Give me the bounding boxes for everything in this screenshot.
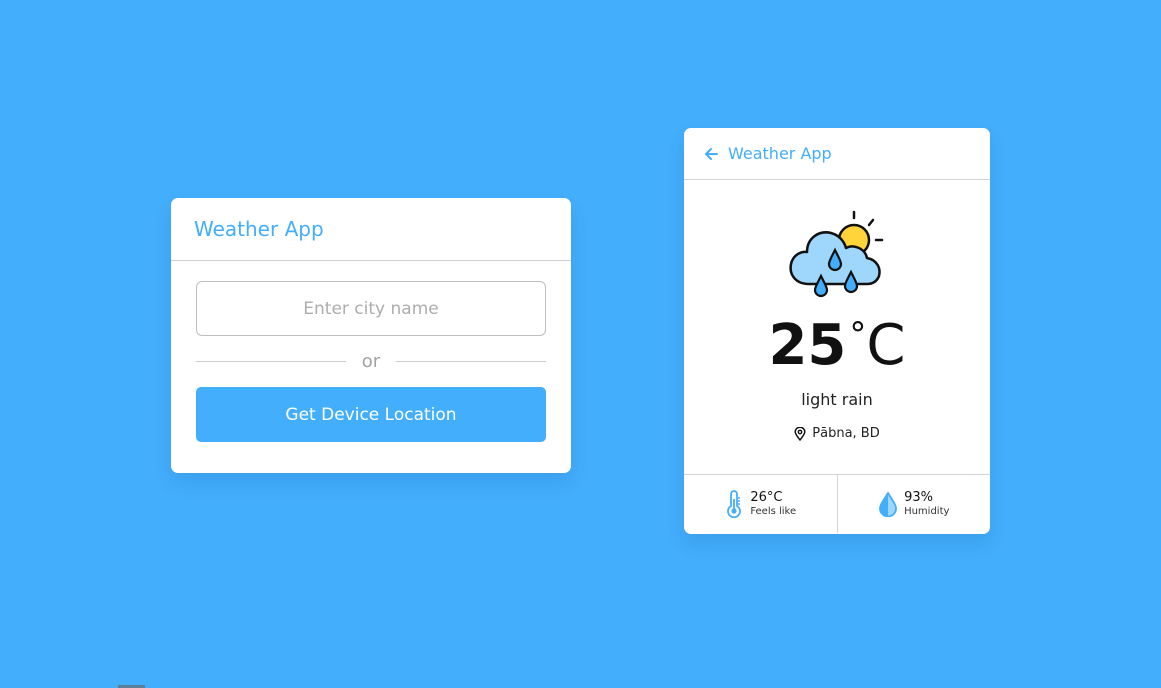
feels-like-value: 26°C	[750, 489, 783, 505]
feels-like-label: Feels like	[750, 505, 797, 517]
weather-main: 25 ° C light rain Pābna, BD	[684, 180, 990, 474]
weather-card: Weather App 25 ° C light rain Pābna, BD	[684, 128, 990, 534]
back-button[interactable]	[703, 146, 719, 162]
temperature-unit: C	[866, 313, 906, 378]
humidity-detail: 93% Humidity	[836, 475, 991, 533]
search-card: Weather App or Get Device Location	[171, 198, 571, 473]
thermometer-icon	[727, 490, 742, 518]
separator-line-left	[196, 361, 346, 362]
temperature-value: 25	[768, 313, 847, 378]
search-card-body: or Get Device Location	[171, 261, 571, 442]
arrow-left-icon	[705, 147, 718, 160]
weather-details: 26°C Feels like 93% Humidity	[684, 474, 990, 533]
location-text: Pābna, BD	[812, 426, 880, 441]
separator-line-right	[396, 361, 547, 362]
humidity-label: Humidity	[904, 505, 950, 517]
weather-description: light rain	[801, 390, 873, 409]
cloud-rain-sun-icon	[789, 210, 884, 298]
city-input[interactable]	[196, 281, 546, 336]
location: Pābna, BD	[794, 426, 880, 441]
feels-like-detail: 26°C Feels like	[684, 475, 837, 533]
separator-text: or	[361, 351, 381, 372]
map-pin-icon	[794, 426, 806, 441]
get-device-location-button[interactable]: Get Device Location	[196, 387, 546, 442]
degree-symbol: °	[849, 315, 867, 355]
weather-card-header: Weather App	[684, 128, 990, 180]
weather-app-title: Weather App	[728, 144, 832, 163]
humidity-value: 93%	[904, 489, 933, 505]
temperature: 25 ° C	[768, 318, 905, 374]
or-separator: or	[196, 336, 547, 387]
water-drop-icon	[879, 491, 897, 517]
app-title: Weather App	[194, 217, 324, 241]
search-card-header: Weather App	[171, 198, 571, 261]
